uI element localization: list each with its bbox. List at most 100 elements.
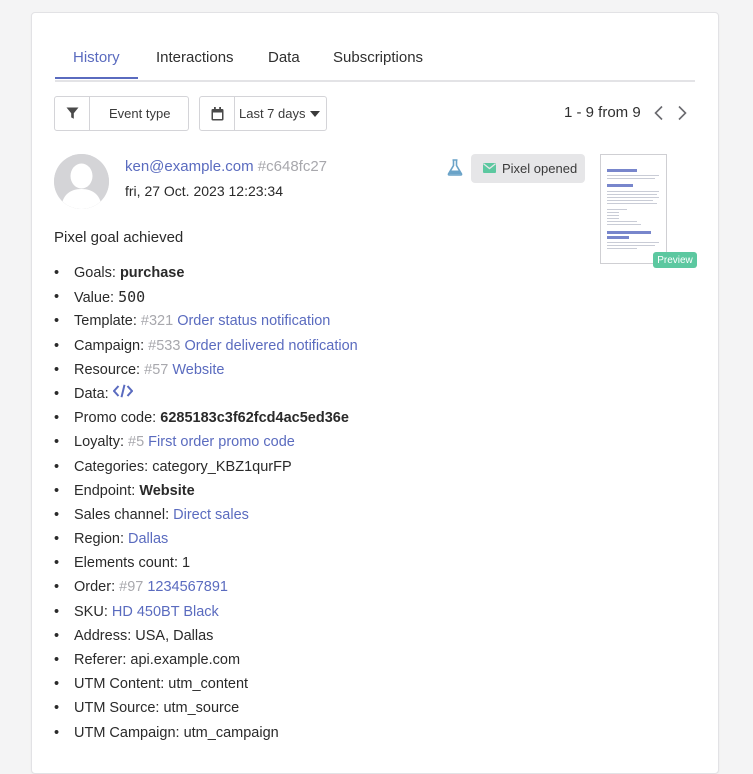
template-id: #321 bbox=[140, 313, 174, 330]
event-history-card: History Interactions Data Subscriptions … bbox=[31, 12, 719, 774]
field-label: Data: bbox=[74, 385, 113, 402]
thumb-line bbox=[607, 245, 655, 246]
list-item: Referer: api.example.com bbox=[54, 648, 358, 672]
thumb-line bbox=[607, 194, 657, 195]
thumb-line bbox=[607, 224, 641, 225]
pagination-label: 1 - 9 from 9 bbox=[564, 104, 641, 121]
event-summary: Pixel goal achieved bbox=[54, 229, 184, 246]
field-label: Region: bbox=[74, 531, 129, 548]
order-id: #97 bbox=[119, 579, 144, 596]
thumb-line bbox=[607, 197, 659, 198]
active-tab-indicator bbox=[55, 77, 138, 79]
field-label: Elements count: bbox=[74, 555, 182, 572]
list-item: SKU: HD 450BT Black bbox=[54, 600, 358, 624]
field-label: Endpoint: bbox=[74, 482, 140, 499]
flask-icon bbox=[447, 159, 463, 176]
list-item: Resource: #57 Website bbox=[54, 358, 358, 382]
field-label: Referer: bbox=[74, 652, 131, 668]
status-badge-label: Pixel opened bbox=[502, 161, 578, 176]
calendar-icon bbox=[200, 97, 235, 130]
endpoint-value: Website bbox=[139, 482, 195, 499]
field-label: Loyalty: bbox=[74, 434, 128, 451]
list-item: Goals: purchase bbox=[54, 261, 358, 285]
loyalty-link[interactable]: First order promo code bbox=[148, 434, 295, 450]
thumb-line bbox=[607, 218, 619, 219]
tab-interactions[interactable]: Interactions bbox=[156, 49, 234, 66]
event-date: fri, 27 Oct. 2023 12:23:34 bbox=[125, 183, 283, 199]
event-type-label: Event type bbox=[109, 106, 171, 121]
field-label: UTM Content: bbox=[74, 676, 169, 693]
utm-campaign-value: utm_campaign bbox=[183, 724, 279, 741]
thumb-line bbox=[607, 221, 637, 222]
field-label: SKU: bbox=[74, 603, 112, 620]
contact-email[interactable]: ken@example.com bbox=[125, 158, 254, 175]
caret-down-icon bbox=[309, 97, 320, 130]
referer-value: api.example.com bbox=[130, 652, 241, 668]
field-label: UTM Source: bbox=[74, 700, 164, 717]
campaign-link[interactable]: Order delivered notification bbox=[184, 338, 357, 354]
resource-link[interactable]: Website bbox=[172, 362, 224, 378]
list-item: Promo code: 6285183c3f62fcd4ac5ed36e bbox=[54, 406, 358, 430]
campaign-id: #533 bbox=[148, 337, 181, 354]
value-value: 500 bbox=[118, 288, 146, 307]
order-link[interactable]: 1234567891 bbox=[147, 579, 228, 595]
tab-bar: History Interactions Data Subscriptions bbox=[55, 13, 695, 82]
avatar-icon bbox=[54, 154, 109, 209]
template-link[interactable]: Order status notification bbox=[177, 313, 330, 329]
field-label: Order: bbox=[74, 579, 120, 596]
field-label: Sales channel: bbox=[74, 506, 174, 523]
thumb-line bbox=[607, 215, 619, 216]
sku-link[interactable]: HD 450BT Black bbox=[112, 604, 219, 620]
preview-button[interactable]: Preview bbox=[653, 252, 697, 268]
list-item: Elements count: 1 bbox=[54, 551, 358, 575]
thumb-line bbox=[607, 184, 633, 187]
goals-value: purchase bbox=[119, 265, 185, 281]
promo-code-value: 6285183c3f62fcd4ac5ed36e bbox=[160, 410, 349, 427]
thumb-line bbox=[607, 191, 659, 192]
field-label: Goals: bbox=[74, 265, 120, 281]
list-item: Data: bbox=[54, 382, 358, 406]
tab-history[interactable]: History bbox=[73, 49, 120, 66]
field-label: Value: bbox=[74, 290, 119, 307]
thumb-line bbox=[607, 242, 659, 243]
region-link[interactable]: Dallas bbox=[128, 531, 168, 547]
list-item: UTM Source: utm_source bbox=[54, 696, 358, 720]
event-type-filter[interactable]: Event type bbox=[54, 96, 189, 131]
event-fields-list: Goals: purchase Value: 500 Template: #32… bbox=[54, 261, 358, 745]
contact-hash: #c648fc27 bbox=[257, 158, 328, 175]
field-label: Promo code: bbox=[74, 410, 161, 427]
list-item: UTM Campaign: utm_campaign bbox=[54, 721, 358, 745]
date-range-label: Last 7 days bbox=[239, 106, 306, 121]
chevron-left-icon[interactable] bbox=[652, 105, 666, 121]
elements-count-value: 1 bbox=[182, 555, 191, 572]
thumb-line bbox=[607, 200, 653, 201]
list-item: Sales channel: Direct sales bbox=[54, 503, 358, 527]
list-item: Order: #97 1234567891 bbox=[54, 575, 358, 599]
tab-data[interactable]: Data bbox=[268, 49, 300, 66]
thumb-line bbox=[607, 175, 659, 176]
field-label: Template: bbox=[74, 313, 141, 330]
list-item: Categories: category_KBZ1qurFP bbox=[54, 455, 358, 479]
thumb-line bbox=[607, 212, 619, 213]
chevron-right-icon[interactable] bbox=[675, 105, 689, 121]
sales-channel-link[interactable]: Direct sales bbox=[173, 507, 249, 523]
thumb-line bbox=[607, 236, 629, 239]
field-label: Campaign: bbox=[74, 337, 149, 354]
thumb-line bbox=[607, 203, 657, 204]
thumb-line bbox=[607, 178, 655, 179]
field-label: Resource: bbox=[74, 361, 145, 378]
date-range-filter[interactable]: Last 7 days bbox=[199, 96, 327, 131]
list-item: Address: USA, Dallas bbox=[54, 624, 358, 648]
categories-value: category_KBZ1qurFP bbox=[152, 458, 292, 475]
field-label: UTM Campaign: bbox=[74, 724, 184, 741]
code-icon[interactable] bbox=[112, 382, 134, 406]
list-item: Loyalty: #5 First order promo code bbox=[54, 430, 358, 454]
utm-source-value: utm_source bbox=[163, 700, 240, 717]
template-preview-thumbnail[interactable] bbox=[600, 154, 667, 264]
field-label: Categories: bbox=[74, 458, 153, 475]
contact-email-link[interactable]: ken@example.com #c648fc27 bbox=[125, 158, 327, 175]
tab-subscriptions[interactable]: Subscriptions bbox=[333, 49, 423, 66]
utm-content-value: utm_content bbox=[168, 676, 249, 693]
list-item: Region: Dallas bbox=[54, 527, 358, 551]
list-item: UTM Content: utm_content bbox=[54, 672, 358, 696]
